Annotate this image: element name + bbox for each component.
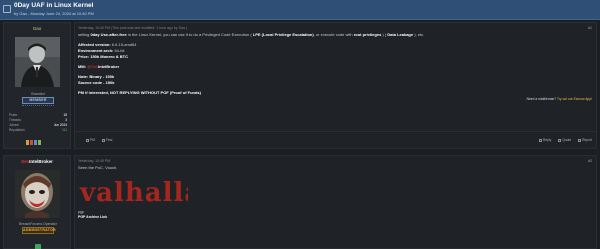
post-date: Yesterday, 10:48 PM	[78, 159, 111, 163]
thread-header: 0Day UAF in Linux Kernel by Gao - Monday…	[0, 0, 600, 20]
post-actions-right: Reply Quote Report	[533, 138, 592, 144]
reply-button[interactable]: Reply	[538, 138, 551, 142]
post-divider	[75, 131, 596, 132]
user-title: Branded	[31, 92, 45, 96]
escrow-link[interactable]: Try out our Escrow App!	[557, 97, 592, 101]
award-icon	[30, 140, 33, 145]
user-title: BreachForums Operator	[19, 222, 57, 226]
post-author-panel: Gao Branded MEMBER Posts: 18 Threads: 3 …	[3, 22, 71, 149]
post-body: selling 0day Use-after-free in the Linux…	[78, 32, 578, 96]
pm-notice: PM if interested, NOT REPLYING WITHOUT P…	[78, 90, 201, 95]
find-button[interactable]: Find	[101, 138, 112, 142]
rank-divider	[22, 105, 54, 106]
award-icon	[38, 140, 41, 145]
quote-button[interactable]: Quote	[558, 138, 571, 142]
rank-label: ADMINISTRATOR	[23, 228, 56, 232]
award-icon	[26, 140, 29, 145]
author-name-link[interactable]: SecIntelBroker	[4, 159, 70, 166]
author-name-link[interactable]: Gao	[4, 26, 70, 33]
escrow-promo: Need a middleman? Try out our Escrow App…	[526, 97, 592, 101]
avatar[interactable]	[15, 170, 60, 218]
thread-byline: by Gao - Monday June 24, 2024 at 10:40 P…	[14, 11, 94, 16]
thread-icon	[3, 5, 11, 13]
stat-value[interactable]: 111	[62, 128, 67, 133]
signature-logo: valhalla	[78, 177, 201, 208]
post-author-panel: SecIntelBroker BreachForums Operator ADM…	[3, 155, 71, 249]
post-number-link[interactable]: #1	[588, 26, 592, 30]
rank-label: MEMBER	[29, 98, 47, 102]
award-icon	[34, 140, 37, 145]
pgp-archive-link[interactable]: PGP Archive Link	[78, 215, 107, 219]
award-icons	[26, 140, 50, 146]
stat-reputation[interactable]: Reputation: 111	[9, 128, 67, 133]
rank-badge: ADMINISTRATOR	[22, 227, 56, 234]
message-icon	[86, 138, 89, 142]
pm-button[interactable]: PM	[86, 138, 95, 142]
status-icon	[35, 244, 41, 249]
post-number-link[interactable]: #2	[588, 159, 592, 163]
rank-badge: MEMBER	[22, 97, 54, 104]
avatar[interactable]	[15, 37, 60, 87]
thread-title: 0Day UAF in Linux Kernel	[14, 2, 94, 9]
stat-label: Reputation:	[9, 128, 26, 132]
post-date: Yesterday, 10:40 PM (This post was last …	[78, 26, 188, 30]
author-stats: Posts: 18 Threads: 3 Joined: Jun 2024 Re…	[9, 113, 67, 133]
quote-icon	[558, 138, 562, 142]
post: Yesterday, 10:48 PM #2 Seen the PoC. Vou…	[74, 155, 597, 249]
signature-pgp: pgp	[78, 210, 84, 214]
reply-icon	[538, 138, 542, 142]
report-button[interactable]: Report	[578, 138, 592, 142]
search-icon	[101, 138, 105, 142]
post-actions-left: PM Find	[80, 138, 112, 144]
signature-logo-text: valhalla	[79, 178, 188, 207]
post-body: Seen the PoC. Vouch.	[78, 165, 578, 171]
post: Yesterday, 10:40 PM (This post was last …	[74, 22, 597, 149]
mention-link[interactable]: @Sec	[87, 64, 98, 69]
signature-text: pgp PGP Archive Link	[78, 210, 107, 220]
post-text: Seen the PoC. Vouch.	[78, 165, 118, 170]
flag-icon	[578, 138, 582, 142]
